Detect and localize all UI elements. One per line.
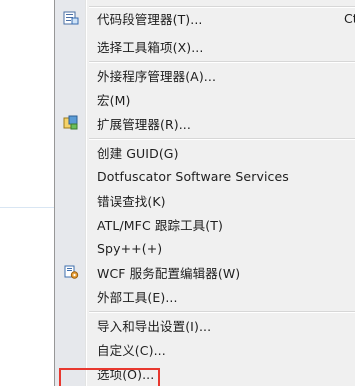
- menu-item-label: 创建 GUID(G): [97, 145, 179, 161]
- menu-item-import-export-settings[interactable]: 导入和导出设置(I)...: [55, 313, 355, 337]
- screenshot-stage: 代码段管理器(T)... Ct 选择工具箱项(X)... 外接程序管理器(A).…: [0, 0, 355, 386]
- tools-menu: 代码段管理器(T)... Ct 选择工具箱项(X)... 外接程序管理器(A).…: [54, 0, 355, 386]
- menu-item-label: 选项(O)...: [97, 366, 155, 382]
- menu-item-atl-mfc-trace-tool[interactable]: ATL/MFC 跟踪工具(T): [55, 212, 355, 236]
- menu-item-create-guid[interactable]: 创建 GUID(G): [55, 140, 355, 164]
- menu-item-external-tools[interactable]: 外部工具(E)...: [55, 284, 355, 308]
- menu-item-label: 外部工具(E)...: [97, 289, 178, 305]
- menu-item-dotfuscator[interactable]: Dotfuscator Software Services: [55, 164, 355, 188]
- menu-item-label: 选择工具箱项(X)...: [97, 39, 204, 55]
- menu-item-error-lookup[interactable]: 错误查找(K): [55, 188, 355, 212]
- menu-item-add-in-manager[interactable]: 外接程序管理器(A)...: [55, 63, 355, 87]
- menu-separator: [89, 61, 355, 63]
- menu-item-label: ATL/MFC 跟踪工具(T): [97, 217, 223, 233]
- menu-item-shortcut: Ct: [344, 10, 355, 26]
- menu-item-label: 代码段管理器(T)...: [97, 11, 203, 27]
- menu-item-label: 自定义(C)...: [97, 342, 166, 358]
- menu-item-label: 导入和导出设置(I)...: [97, 318, 212, 334]
- menu-item-label: 外接程序管理器(A)...: [97, 68, 217, 84]
- menu-item-spy-plus-plus[interactable]: Spy++(+): [55, 236, 355, 260]
- menu-separator: [89, 138, 355, 140]
- snippets-icon: [63, 10, 79, 26]
- menu-item-label: 扩展管理器(R)...: [97, 116, 191, 132]
- menu-item-macros[interactable]: 宏(M): [55, 87, 355, 111]
- menu-item-label: Dotfuscator Software Services: [97, 168, 289, 184]
- menu-item-label: 错误查找(K): [97, 193, 166, 209]
- menu-item-options[interactable]: 选项(O)...: [55, 361, 355, 385]
- menu-item-label: Spy++(+): [97, 240, 163, 256]
- menu-item-wcf-service-config-editor[interactable]: WCF 服务配置编辑器(W): [55, 260, 355, 284]
- menu-item-label: WCF 服务配置编辑器(W): [97, 265, 241, 281]
- menu-item-extension-manager[interactable]: 扩展管理器(R)...: [55, 111, 355, 135]
- editor-divider: [0, 207, 54, 208]
- wcf-config-icon: [63, 264, 79, 280]
- menu-item-label: 宏(M): [97, 92, 131, 108]
- menu-item-code-snippets-manager[interactable]: 代码段管理器(T)... Ct: [55, 6, 355, 30]
- menu-item-choose-toolbox-items[interactable]: 选择工具箱项(X)...: [55, 34, 355, 58]
- editor-background: [0, 0, 54, 386]
- extension-manager-icon: [63, 115, 79, 131]
- menu-item-customize[interactable]: 自定义(C)...: [55, 337, 355, 361]
- menu-separator: [89, 311, 355, 313]
